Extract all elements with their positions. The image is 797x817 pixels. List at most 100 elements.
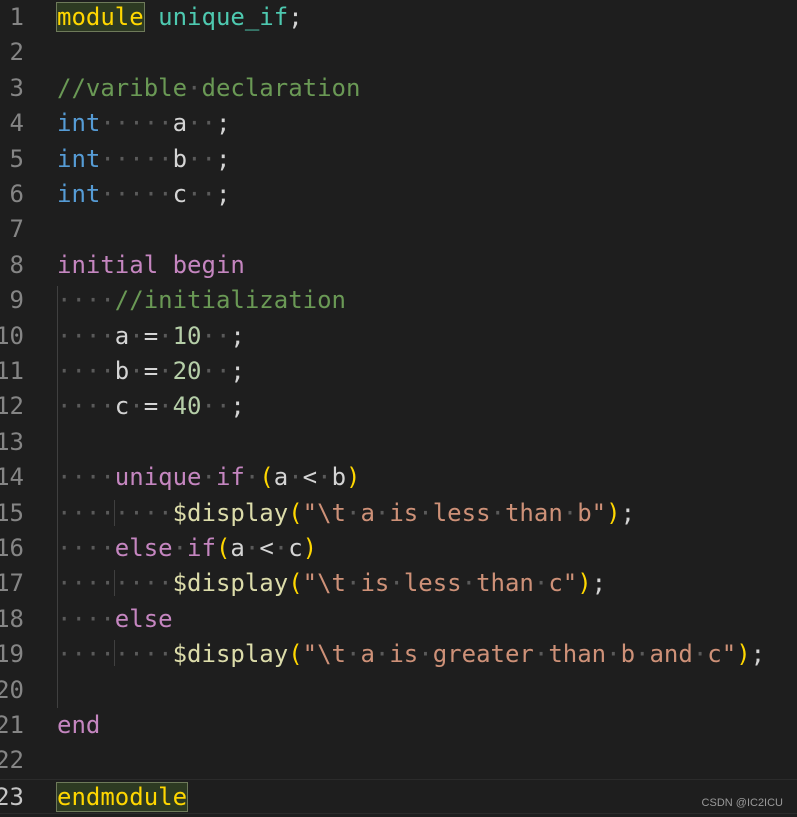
code-line-17[interactable]: 17 ········$display("\t·is·less·than·c"); [0,566,797,601]
code-token: a [360,640,375,669]
code-token: = [143,357,159,385]
code-token: initial [57,250,159,279]
code-token: than [548,640,607,669]
code-line-11[interactable]: 11 ····b·=·20··; [0,354,797,389]
code-text: ········$display("\t·is·less·than·c"); [57,566,606,601]
whitespace-marker: · [129,392,144,421]
code-line-16[interactable]: 16 ····else·if(a·<·c) [0,531,797,566]
whitespace-marker: · [606,640,621,669]
code-text: ····else·if(a·<·c) [57,531,317,566]
line-number: 18 [0,604,24,633]
code-token: b [620,640,636,669]
code-token: c [114,392,130,421]
code-line-3[interactable]: 3 //varible·declaration [0,71,797,106]
code-text: initial begin [57,248,245,283]
code-text: module unique_if; [56,0,303,35]
whitespace-marker: · [129,357,144,385]
code-token: ; [215,180,231,208]
code-text: ····//initialization [57,283,346,318]
whitespace-marker: · [346,640,361,669]
line-number: 6 [9,180,24,208]
code-token: ; [288,3,303,31]
code-line-15[interactable]: 15 ········$display("\t·a·is·less·than·b"… [0,496,797,531]
code-editor[interactable]: CSDN @IC2ICU 1 module unique_if; 2 3//varib… [0,0,797,817]
code-line-8[interactable]: 8 initial begin [0,248,797,283]
code-line-19[interactable]: 19 ········$display("\t·a·is·greater·than… [0,637,797,672]
code-text: int·····b··; [57,142,230,177]
whitespace-marker: · [533,640,549,669]
whitespace-marker: · [461,569,477,598]
code-token: is [389,640,419,669]
code-token: ; [230,321,245,350]
code-text: int·····c··; [57,177,230,212]
code-token: int [57,109,101,138]
code-line-13[interactable]: 13 [0,425,797,460]
code-token: "\t [302,569,346,598]
whitespace-marker [144,3,158,31]
code-line-12[interactable]: 12 ····c·=·40··; [0,389,797,424]
code-token: "\t [302,498,346,527]
code-text: endmodule [55,780,189,815]
code-token: c" [707,640,737,669]
code-token: < [302,463,318,492]
code-token: begin [172,250,245,279]
line-number: 4 [9,109,24,138]
code-token: b [172,144,188,173]
code-token: int [57,144,101,173]
code-token: "\t [302,640,346,669]
code-token: ) [302,534,318,562]
code-token: $display [172,498,289,527]
whitespace-marker: · [273,534,289,562]
line-number: 10 [0,321,24,350]
code-token: greater [432,640,534,669]
code-token: $display [172,569,289,598]
code-line-9[interactable]: 9 ····//initialization [0,283,797,318]
code-line-22[interactable]: 22 [0,743,797,778]
whitespace-marker: · [172,534,188,562]
code-token: ) [606,498,621,527]
code-line-10[interactable]: 10 ····a·=·10··; [0,319,797,354]
code-token: unique_if [158,3,289,31]
code-token: $display [172,640,289,669]
whitespace-marker: · [158,392,173,421]
whitespace-marker: · [187,73,202,102]
code-token: declaration [201,73,361,102]
code-line-23[interactable]: 23 endmodule [0,778,797,815]
code-line-18[interactable]: 18 ····else [0,602,797,637]
code-line-4[interactable]: 4 int·····a··; [0,106,797,141]
whitespace-marker: · [158,321,173,350]
code-line-20[interactable]: 20 [0,673,797,708]
code-line-7[interactable]: 7 [0,212,797,247]
line-number: 15 [0,498,24,527]
code-text: ····c·=·40··; [57,389,245,424]
code-token: is [360,569,390,598]
whitespace-marker: ····· [100,144,173,173]
code-token: ; [750,640,766,669]
code-line-6[interactable]: 6 int·····c··; [0,177,797,212]
code-token: module [56,2,145,32]
whitespace-marker: ···· [57,286,115,315]
whitespace-marker: · [533,569,549,598]
code-text: //varible·declaration [57,71,360,106]
code-token: a [172,109,188,138]
code-token: ; [620,498,636,527]
whitespace-marker: · [244,463,260,492]
code-line-5[interactable]: 5 int·····b··; [0,142,797,177]
code-text: ········$display("\t·a·is·less·than·b"); [57,496,635,531]
code-line-14[interactable]: 14 ····unique·if·(a·<·b) [0,460,797,495]
code-token: a [273,463,289,492]
whitespace-marker: ·· [187,144,216,173]
code-text: ········$display("\t·a·is·greater·than·b… [57,637,765,672]
code-token: //initialization [114,286,346,315]
code-token: 20 [172,357,202,385]
whitespace-marker [158,251,172,279]
whitespace-marker: ········ [57,569,173,598]
code-line-1[interactable]: 1 module unique_if; [0,0,797,35]
code-line-2[interactable]: 2 [0,35,797,70]
code-token: else [114,534,173,562]
code-token: = [143,392,159,421]
whitespace-marker: ·· [187,109,216,138]
code-line-21[interactable]: 21 end [0,708,797,743]
line-number: 23 [0,782,24,811]
code-token: 40 [172,392,202,421]
